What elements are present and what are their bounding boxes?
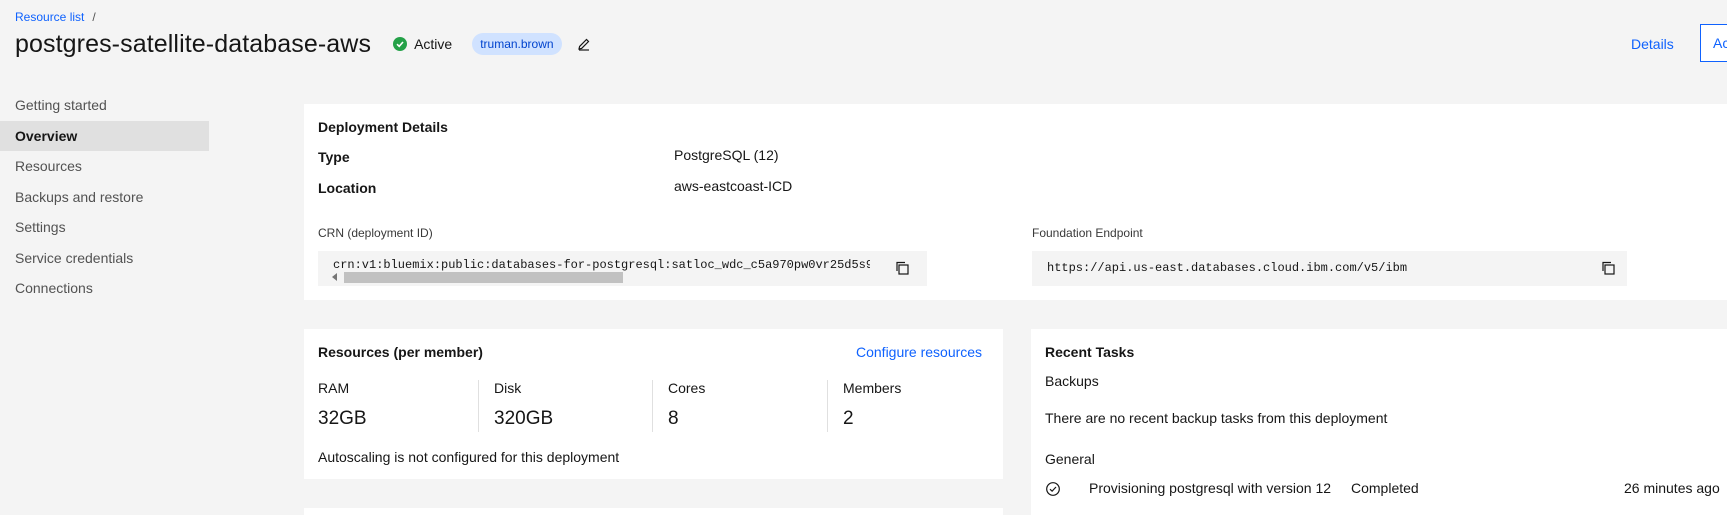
task-time: 26 minutes ago [1624, 480, 1720, 496]
resource-ram: RAM 32GB [318, 380, 478, 432]
sidebar-item-connections[interactable]: Connections [0, 273, 209, 303]
endpoint-field: https://api.us-east.databases.cloud.ibm.… [1032, 251, 1627, 286]
scroll-left-arrow-icon[interactable] [332, 273, 337, 281]
scroll-thumb[interactable] [344, 272, 623, 283]
actions-button[interactable]: Ac [1700, 24, 1727, 62]
details-link[interactable]: Details [1631, 36, 1674, 52]
crn-horizontal-scrollbar[interactable] [332, 271, 868, 283]
sidebar-item-service-credentials[interactable]: Service credentials [0, 243, 209, 273]
sidebar-item-getting-started[interactable]: Getting started [0, 90, 209, 120]
owner-tag: truman.brown [472, 33, 562, 55]
sidebar-item-overview[interactable]: Overview [0, 120, 209, 151]
backups-empty-message: There are no recent backup tasks from th… [1045, 410, 1388, 426]
resource-cores: Cores 8 [652, 380, 826, 432]
resource-label: Cores [668, 380, 706, 396]
resources-card: Resources (per member) Configure resourc… [304, 329, 1003, 479]
checkmark-outline-icon [1045, 481, 1061, 497]
task-status: Completed [1351, 480, 1419, 496]
copy-icon[interactable] [894, 260, 910, 276]
sidebar-nav: Getting started Overview Resources Backu… [0, 90, 209, 304]
resource-label: RAM [318, 380, 350, 396]
autoscaling-note: Autoscaling is not configured for this d… [318, 449, 620, 465]
type-label: Type [318, 149, 350, 165]
checkmark-filled-icon [393, 37, 408, 51]
general-heading: General [1045, 451, 1095, 467]
resource-label: Members [843, 380, 902, 396]
resource-disk: Disk 320GB [478, 380, 652, 432]
recent-tasks-title: Recent Tasks [1045, 344, 1135, 360]
deployment-details-card: Deployment Details Type PostgreSQL (12) … [304, 104, 1727, 300]
crn-value[interactable]: crn:v1:bluemix:public:databases-for-post… [333, 258, 870, 272]
status-label: Active [414, 36, 453, 52]
page-header: Resource list / postgres-satellite-datab… [0, 0, 1727, 80]
crn-label: CRN (deployment ID) [318, 226, 433, 240]
title-row: postgres-satellite-database-aws Active t… [15, 28, 592, 60]
resource-value: 2 [843, 408, 854, 429]
crn-field: crn:v1:bluemix:public:databases-for-post… [318, 251, 927, 286]
sidebar-item-settings[interactable]: Settings [0, 212, 209, 242]
recent-tasks-card: Recent Tasks Backups There are no recent… [1031, 329, 1727, 515]
status-indicator: Active [393, 36, 452, 52]
resource-value: 32GB [318, 408, 367, 429]
configure-resources-link[interactable]: Configure resources [856, 344, 982, 360]
resource-members: Members 2 [827, 380, 987, 432]
resource-value: 320GB [494, 408, 554, 429]
type-value: PostgreSQL (12) [674, 147, 779, 163]
backups-heading: Backups [1045, 373, 1099, 389]
resource-value: 8 [668, 408, 679, 429]
edit-icon[interactable] [576, 36, 592, 52]
sidebar-item-backups-and-restore[interactable]: Backups and restore [0, 182, 209, 212]
resources-title: Resources (per member) [318, 344, 483, 360]
location-label: Location [318, 180, 377, 196]
breadcrumb-separator: / [92, 10, 96, 24]
sidebar-item-resources[interactable]: Resources [0, 151, 209, 181]
endpoint-label: Foundation Endpoint [1032, 226, 1143, 240]
resource-label: Disk [494, 380, 522, 396]
page-title: postgres-satellite-database-aws [15, 29, 372, 58]
breadcrumb-resource-list[interactable]: Resource list [15, 10, 84, 24]
next-card [304, 508, 1003, 515]
endpoint-value[interactable]: https://api.us-east.databases.cloud.ibm.… [1047, 261, 1587, 275]
task-description: Provisioning postgresql with version 12 [1089, 480, 1332, 496]
deployment-details-title: Deployment Details [318, 119, 448, 135]
breadcrumb: Resource list / [15, 10, 96, 24]
copy-icon[interactable] [1600, 260, 1616, 276]
location-value: aws-eastcoast-ICD [674, 178, 793, 194]
